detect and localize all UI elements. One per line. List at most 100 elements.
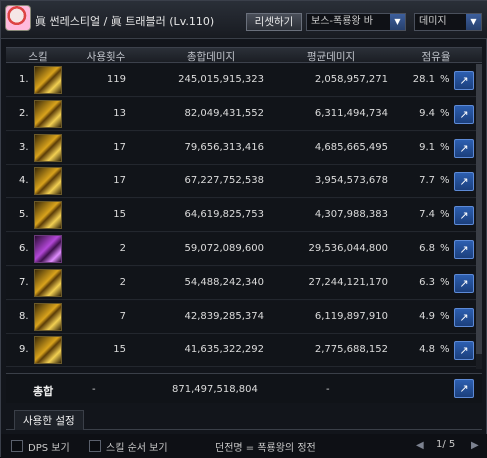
col-count: 사용횟수 <box>86 51 126 63</box>
boss-select-value: 보스-폭룡왕 바 <box>311 16 373 27</box>
use-count: 119 <box>106 74 126 85</box>
share-percent: 6.8 <box>419 243 435 254</box>
total-damage: 79,656,313,416 <box>184 141 264 153</box>
total-damage: 871,497,518,804 <box>172 384 258 395</box>
footer: DPS 보기 스킬 순서 보기 던전명 = 폭룡왕의 정전 ◀ 1/ 5 ▶ <box>1 434 487 458</box>
skill-icon <box>34 302 62 331</box>
share-percent: 9.4 <box>419 107 435 119</box>
prev-page-icon[interactable]: ◀ <box>416 440 424 451</box>
reset-button[interactable]: 리셋하기 <box>246 13 302 31</box>
col-skill: 스킬 <box>28 51 48 63</box>
percent-unit: % <box>440 209 450 221</box>
share-icon[interactable]: ↗ <box>454 307 474 327</box>
share-icon[interactable]: ↗ <box>454 206 474 226</box>
damage-stats-window: 眞 썬레스티얼 / 眞 트래블러 (Lv.110) 리셋하기 보스-폭룡왕 바 … <box>0 0 487 458</box>
rank-number: 5. <box>19 209 29 221</box>
percent-unit: % <box>440 175 450 187</box>
scrollbar[interactable] <box>476 64 482 369</box>
use-count: 2 <box>119 276 126 288</box>
skill-icon <box>34 99 62 128</box>
table-row: 4. 17 67,227,752,538 3,954,573,678 7.7% ↗ <box>6 165 482 199</box>
rank-number: 9. <box>19 344 29 356</box>
boss-select[interactable]: 보스-폭룡왕 바 ▼ <box>306 13 406 31</box>
total-damage: 67,227,752,538 <box>184 175 264 187</box>
table-row: 9. 15 41,635,322,292 2,775,688,152 4.8% ↗ <box>6 334 482 368</box>
avg-damage: 3,954,573,678 <box>314 175 388 187</box>
total-damage: 245,015,915,323 <box>178 74 264 85</box>
chevron-down-icon[interactable]: ▼ <box>390 14 405 30</box>
share-icon[interactable]: ↗ <box>454 71 474 90</box>
dps-checkbox[interactable] <box>11 440 23 452</box>
chevron-down-icon[interactable]: ▼ <box>466 14 481 30</box>
rank-number: 1. <box>19 74 29 85</box>
rank-number: 2. <box>19 107 29 119</box>
tab-bar: 사용한 설정 <box>6 408 482 430</box>
skill-order-checkbox[interactable] <box>89 440 101 452</box>
share-icon[interactable]: ↗ <box>454 273 474 293</box>
use-count: 7 <box>119 310 126 322</box>
share-icon[interactable]: ↗ <box>454 104 474 124</box>
percent-unit: % <box>440 310 450 322</box>
use-count: 17 <box>113 141 126 153</box>
percent-unit: % <box>440 141 450 153</box>
share-percent: 7.7 <box>419 175 435 187</box>
total-damage: 64,619,825,753 <box>184 209 264 221</box>
share-icon[interactable]: ↗ <box>454 172 474 192</box>
table-row: 7. 2 54,488,242,340 27,244,121,170 6.3% ↗ <box>6 266 482 300</box>
percent-unit: % <box>440 344 450 356</box>
next-page-icon[interactable]: ▶ <box>471 440 479 451</box>
total-damage: 59,072,089,600 <box>184 243 264 254</box>
tab-used-settings[interactable]: 사용한 설정 <box>14 410 84 430</box>
page-indicator: 1/ 5 <box>436 439 456 450</box>
avg-damage: 27,244,121,170 <box>308 276 388 288</box>
character-title: 眞 썬레스티얼 / 眞 트래블러 (Lv.110) <box>35 15 215 28</box>
dps-label: DPS 보기 <box>28 443 70 454</box>
table-row: 1. 119 245,015,915,323 2,058,957,271 28.1% ↗ <box>6 64 482 97</box>
skill-icon <box>34 235 62 263</box>
share-percent: 4.9 <box>419 310 435 322</box>
rank-number: 6. <box>19 243 29 254</box>
total-label: 총합 <box>33 385 54 398</box>
avg-damage: 2,058,957,271 <box>314 74 388 85</box>
avg-damage: 6,311,494,734 <box>314 107 388 119</box>
dungeon-name: 던전명 = 폭룡왕의 정전 <box>215 443 316 454</box>
share-percent: 4.8 <box>419 344 435 356</box>
use-count: 13 <box>113 107 126 119</box>
stat-type-select[interactable]: 데미지 ▼ <box>414 13 482 31</box>
share-icon[interactable]: ↗ <box>454 341 474 361</box>
col-total: 총합데미지 <box>186 51 236 63</box>
skill-icon <box>34 167 62 196</box>
col-share: 점유율 <box>421 51 451 63</box>
total-damage: 41,635,322,292 <box>184 344 264 356</box>
percent-unit: % <box>440 243 450 254</box>
skill-icon <box>34 66 62 94</box>
avg-damage: 6,119,897,910 <box>314 310 388 322</box>
col-avg: 평균데미지 <box>306 51 356 63</box>
share-icon[interactable]: ↗ <box>454 240 474 259</box>
share-percent: 9.1 <box>419 141 435 153</box>
use-count: 2 <box>119 243 126 254</box>
total-damage: 54,488,242,340 <box>184 276 264 288</box>
scrollbar-thumb[interactable] <box>476 64 482 354</box>
share-percent: 7.4 <box>419 209 435 221</box>
avg-damage: 4,307,988,383 <box>314 209 388 221</box>
avg-damage: 29,536,044,800 <box>308 243 388 254</box>
share-icon[interactable]: ↗ <box>454 138 474 158</box>
share-percent: 6.3 <box>419 276 435 288</box>
table-header: 스킬 사용횟수 총합데미지 평균데미지 점유율 <box>6 47 482 63</box>
share-icon[interactable]: ↗ <box>454 379 474 398</box>
percent-unit: % <box>440 107 450 119</box>
rank-number: 3. <box>19 141 29 153</box>
table-row: 5. 15 64,619,825,753 4,307,988,383 7.4% ↗ <box>6 199 482 233</box>
stat-type-value: 데미지 <box>419 16 447 27</box>
skill-icon <box>34 268 62 297</box>
total-damage: 82,049,431,552 <box>184 107 264 119</box>
total-damage: 42,839,285,374 <box>184 310 264 322</box>
use-count: 17 <box>113 175 126 187</box>
skill-icon <box>34 201 62 230</box>
avg-damage: 4,685,665,495 <box>314 141 388 153</box>
rank-number: 4. <box>19 175 29 187</box>
use-count: 15 <box>113 209 126 221</box>
total-count: - <box>92 384 96 395</box>
header-bar: 眞 썬레스티얼 / 眞 트래블러 (Lv.110) 리셋하기 보스-폭룡왕 바 … <box>1 1 487 39</box>
